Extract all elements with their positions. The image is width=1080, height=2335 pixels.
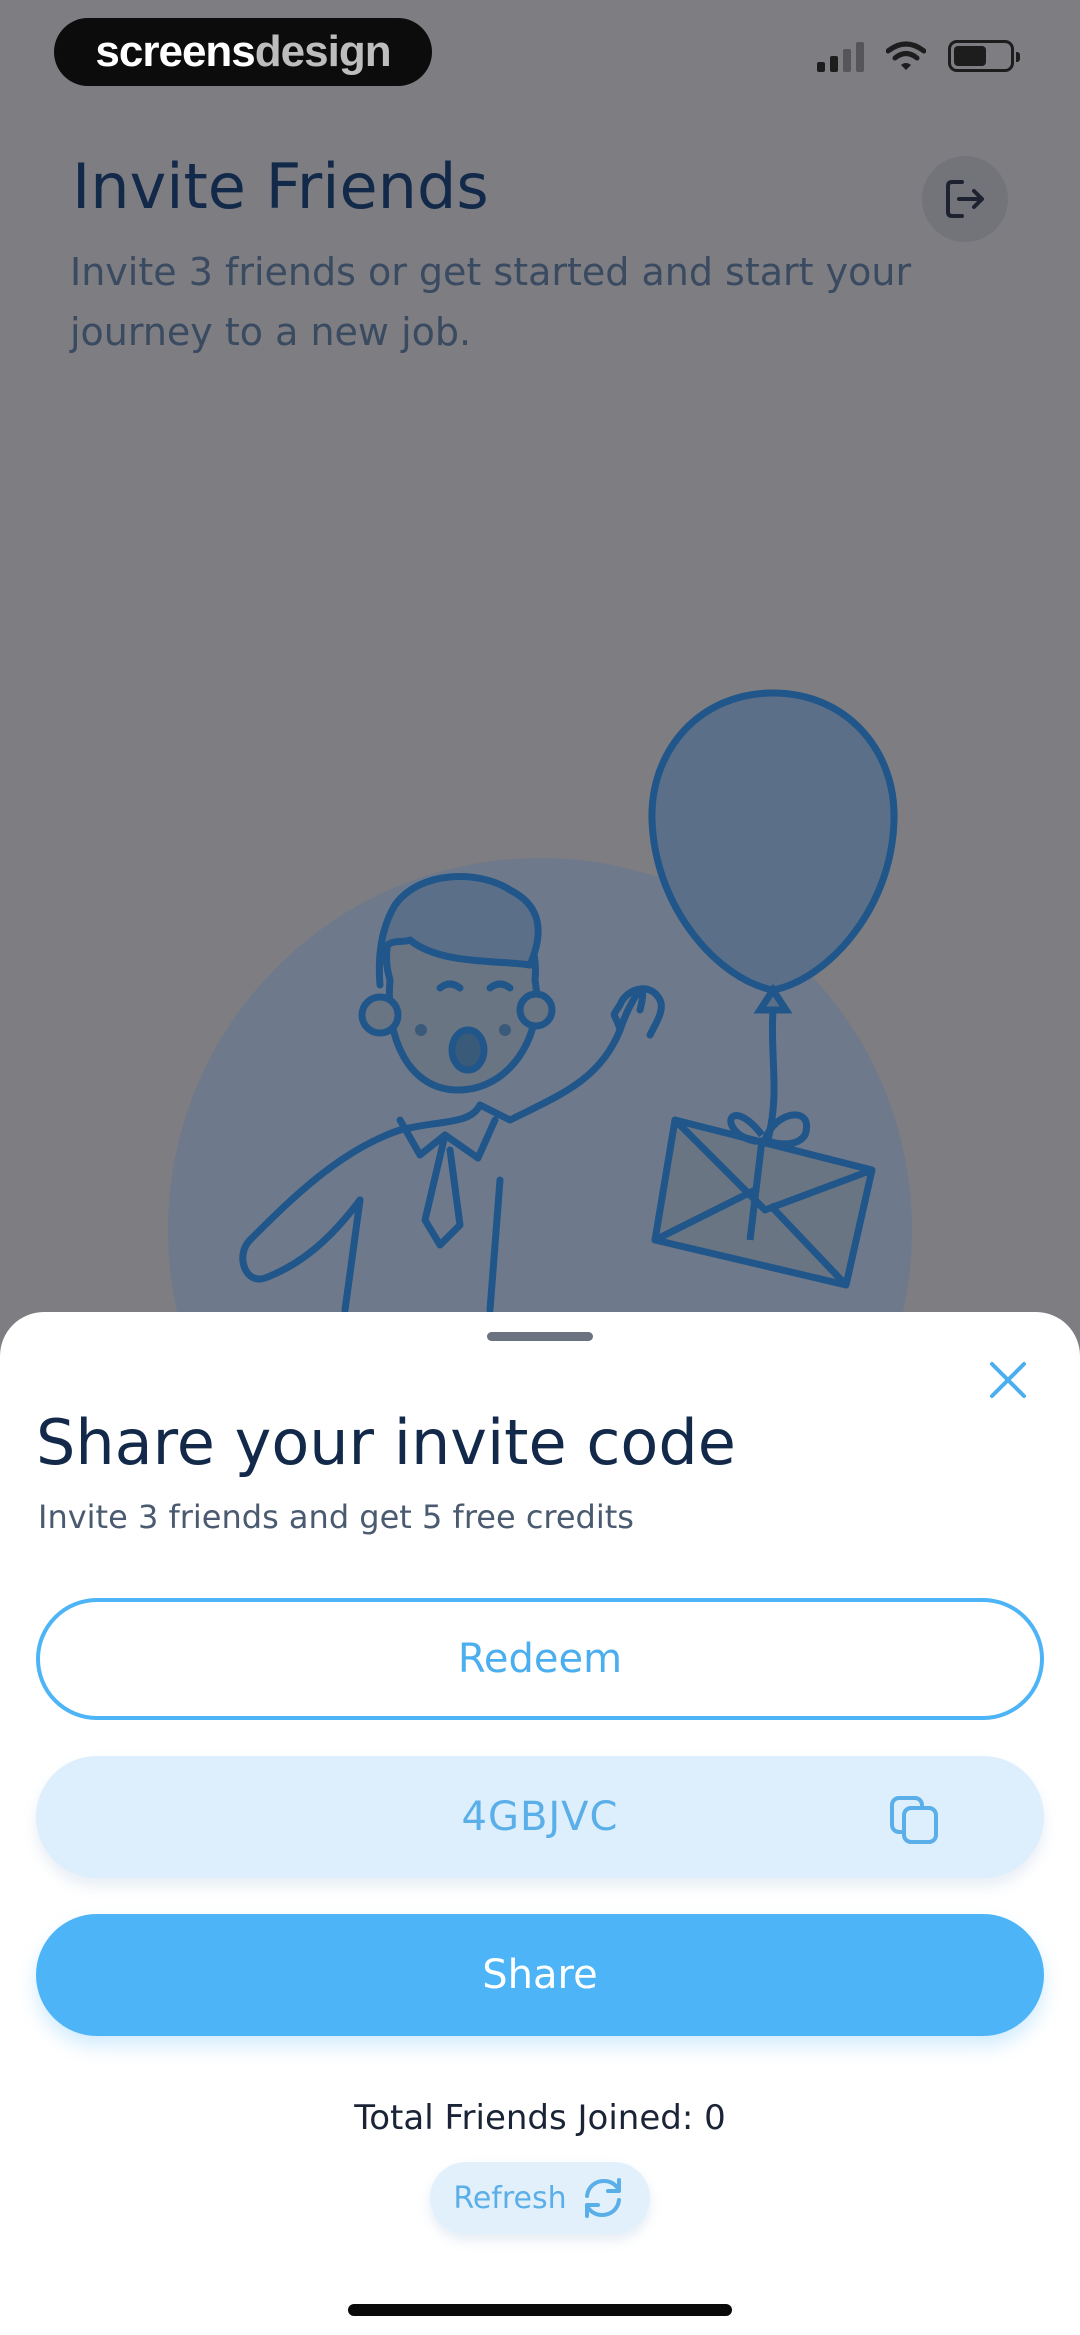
sheet-subtitle: Invite 3 friends and get 5 free credits: [38, 1498, 634, 1536]
wifi-icon: [886, 41, 926, 70]
copy-icon[interactable]: [888, 1794, 940, 1846]
invite-code-field[interactable]: 4GBJVC: [36, 1756, 1044, 1878]
sheet-grabber[interactable]: [487, 1332, 593, 1341]
redeem-button-label: Redeem: [457, 1636, 623, 1682]
close-button[interactable]: [972, 1344, 1044, 1416]
share-button-label: Share: [482, 1952, 598, 1998]
battery-icon: [948, 40, 1020, 72]
exit-icon: [946, 180, 984, 218]
status-icons: [817, 40, 1020, 72]
redeem-button[interactable]: Redeem: [36, 1598, 1044, 1720]
screen: screens design Invite Friends Invite 3 fr…: [0, 0, 1080, 2335]
refresh-button-label: Refresh: [453, 2180, 567, 2216]
invite-code-value: 4GBJVC: [461, 1794, 619, 1840]
page-title: Invite Friends: [72, 150, 489, 223]
refresh-icon: [584, 2178, 621, 2218]
brand-logo-part-2: design: [254, 27, 392, 76]
brand-logo-part-1: screens: [95, 27, 255, 76]
refresh-button[interactable]: Refresh: [430, 2162, 650, 2234]
brand-logo: screens design: [54, 18, 432, 86]
close-icon: [990, 1362, 1026, 1398]
friends-joined-count: Total Friends Joined: 0: [354, 2098, 726, 2138]
share-button[interactable]: Share: [36, 1914, 1044, 2036]
invite-illustration: [168, 689, 912, 1320]
sheet-title: Share your invite code: [36, 1406, 736, 1479]
page-subtitle: Invite 3 friends or get started and star…: [70, 250, 912, 354]
home-indicator: [348, 2304, 732, 2316]
invite-code-sheet: Share your invite code Invite 3 friends …: [0, 1312, 1080, 2335]
cellular-signal-icon: [817, 40, 864, 72]
exit-button[interactable]: [922, 156, 1008, 242]
